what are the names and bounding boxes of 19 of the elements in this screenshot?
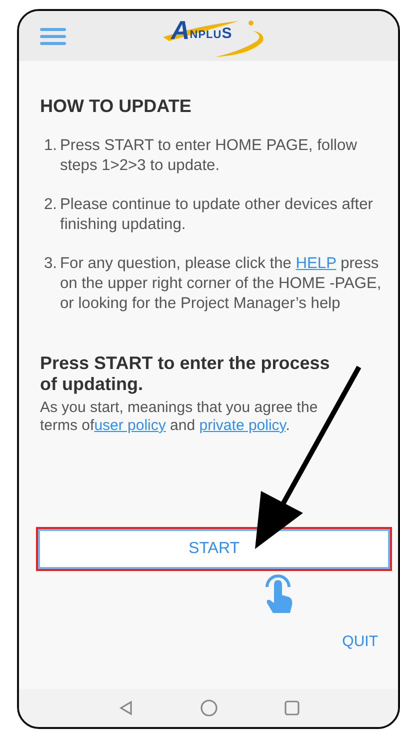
policy-link[interactable]: private policy xyxy=(199,417,286,434)
help-link[interactable]: HELP xyxy=(296,255,336,272)
prompt-heading: Press START to enter the process of updating. xyxy=(40,353,331,395)
policy-link[interactable]: user policy xyxy=(94,417,166,434)
step-text: Please continue to update other devices after finishing updating. xyxy=(60,195,374,235)
menu-icon[interactable] xyxy=(40,27,66,45)
recents-icon[interactable] xyxy=(284,700,300,716)
home-icon[interactable] xyxy=(200,699,218,717)
step-number: 1. xyxy=(44,136,58,156)
tap-hand-icon xyxy=(263,573,293,615)
start-button[interactable]: START xyxy=(38,529,390,569)
terms-note: As you start, meanings that you agree the terms ofuser policy and private policy. xyxy=(40,399,319,435)
step-number: 3. xyxy=(44,254,58,274)
section-title: HOW TO UPDATE xyxy=(40,95,192,117)
step-text: Press START to enter HOME PAGE, follow steps 1>2>3 to update. xyxy=(60,136,358,176)
quit-button[interactable]: QUIT xyxy=(342,633,378,650)
back-icon[interactable] xyxy=(118,700,134,716)
step-number: 2. xyxy=(44,195,58,215)
step-text: For any question, please click the HELP press on the upper right corner of the HOME -PAGE, or looking for the Project Manager’s help xyxy=(60,254,382,314)
